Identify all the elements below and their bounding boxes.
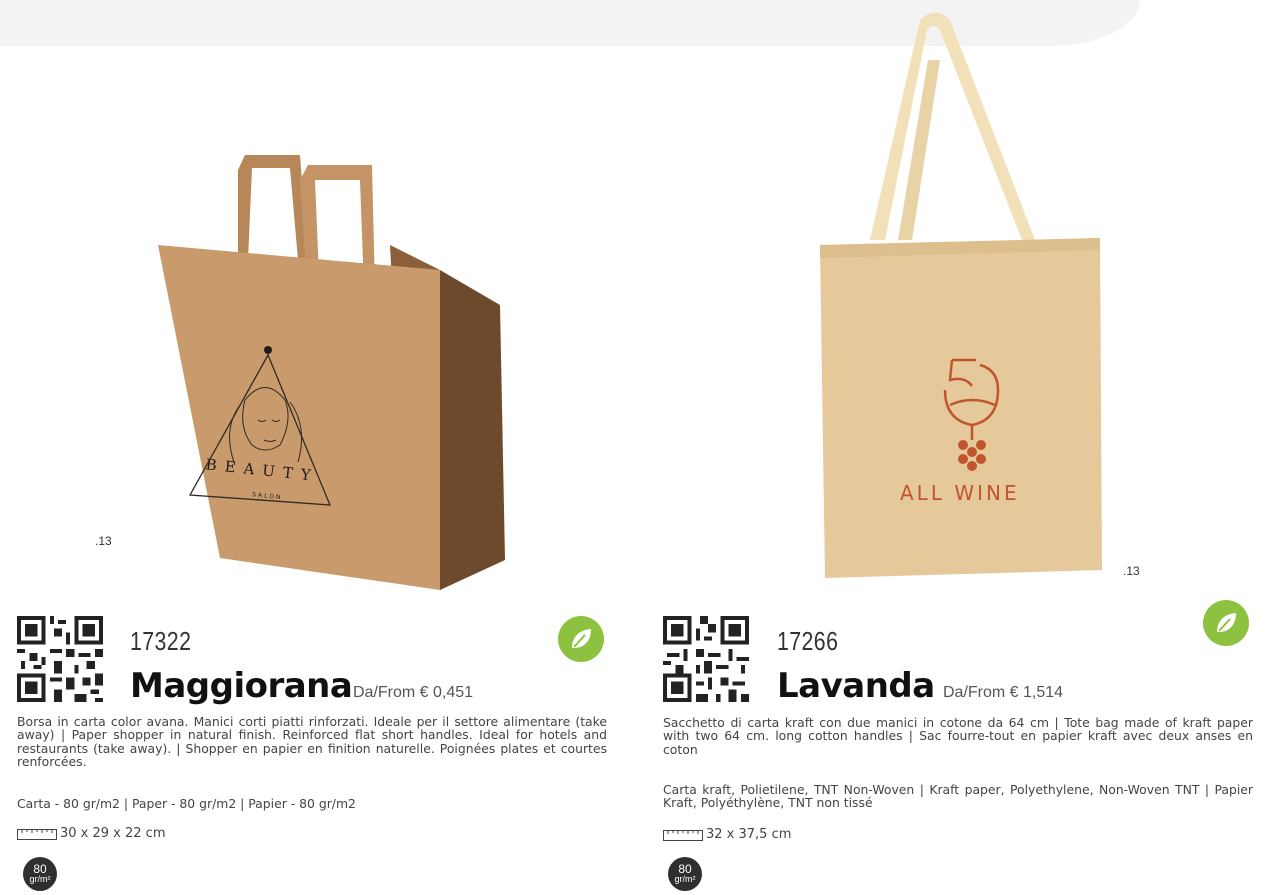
qr-code-icon[interactable] [17, 616, 103, 702]
weight-badge: 80 gr/m² [668, 857, 702, 891]
product-material: Carta - 80 gr/m2 | Paper - 80 gr/m2 | Pa… [17, 796, 356, 811]
product-size: 30 x 29 x 22 cm [60, 826, 166, 841]
product-description: Sacchetto di carta kraft con due manici … [663, 715, 1253, 757]
product-description: Borsa in carta color avana. Manici corti… [17, 714, 607, 770]
product-image-paper-bag: BEAUTY SALON [158, 155, 505, 590]
product-code: 17322 [130, 626, 192, 656]
product-material: Carta kraft, Polietilene, TNT Non-Woven … [663, 782, 1253, 811]
leaf-icon [1217, 613, 1236, 632]
product-name: Lavanda [777, 666, 935, 706]
product-price: Da/From € 1,514 [943, 684, 1064, 701]
product-name: Maggiorana [130, 666, 353, 706]
ruler-icon [663, 829, 703, 841]
product-size: 32 x 37,5 cm [706, 827, 792, 842]
product-price: Da/From € 0,451 [353, 684, 474, 701]
eco-badge [1203, 600, 1249, 646]
product-size-row: 32 x 37,5 cm [663, 827, 791, 842]
product-code: 17266 [777, 626, 839, 656]
image-suffix-label: .13 [95, 534, 112, 548]
product-size-row: 30 x 29 x 22 cm [17, 826, 166, 841]
qr-code-icon[interactable] [663, 616, 749, 702]
weight-unit: gr/m² [29, 874, 51, 884]
weight-badge: 80 gr/m² [23, 857, 57, 891]
image-suffix-label: .13 [1123, 564, 1140, 578]
ruler-icon [17, 828, 57, 840]
tote-print-text: ALL WINE [900, 481, 1020, 505]
weight-unit: gr/m² [674, 874, 696, 884]
product-image-tote-bag: ALL WINE [820, 12, 1102, 578]
leaf-icon [572, 629, 591, 648]
eco-badge [558, 616, 604, 662]
